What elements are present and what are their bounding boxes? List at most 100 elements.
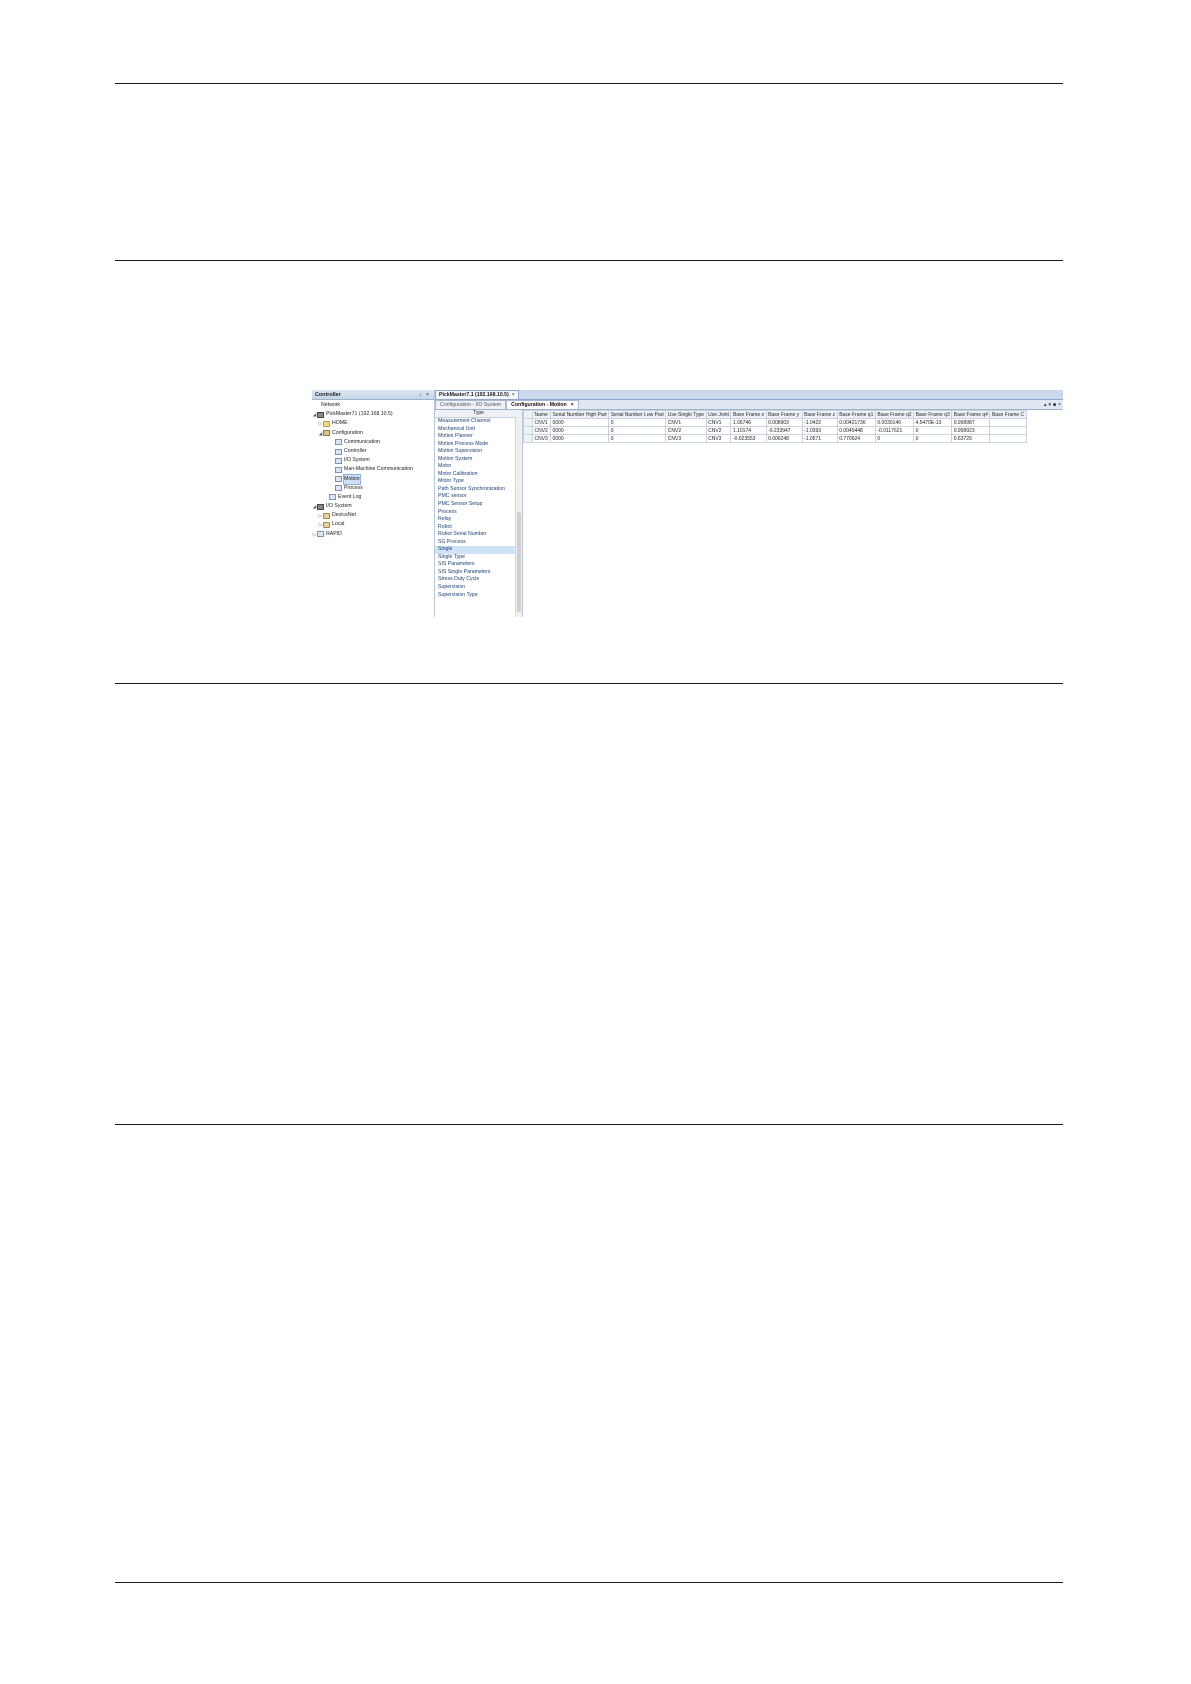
table-cell[interactable]: 0.999987 bbox=[951, 418, 991, 427]
type-list-item[interactable]: Process bbox=[435, 509, 522, 517]
table-cell[interactable] bbox=[989, 434, 1027, 443]
type-list-item[interactable]: Motion System bbox=[435, 456, 522, 464]
scrollbar-thumb[interactable] bbox=[517, 512, 521, 612]
row-indicator[interactable] bbox=[523, 426, 533, 435]
tab-configuration-io-system[interactable]: Configuration - I/O System bbox=[435, 400, 507, 409]
tree-item[interactable]: ◢ PickMaster71 (192.168.10.5) bbox=[312, 410, 434, 419]
table-cell[interactable]: 0 bbox=[874, 434, 915, 443]
type-list-item[interactable]: Motion Supervision bbox=[435, 448, 522, 456]
column-header[interactable]: Base Frame y bbox=[765, 410, 803, 419]
column-header[interactable]: Serial Number Low Part bbox=[608, 410, 667, 419]
table-cell[interactable]: 0000 bbox=[549, 418, 610, 427]
close-icon[interactable]: × bbox=[1058, 402, 1061, 408]
table-cell[interactable]: CNV3 bbox=[532, 434, 551, 443]
table-cell[interactable]: -0.0117621 bbox=[874, 426, 915, 435]
type-list-item[interactable]: PMC sensor bbox=[435, 493, 522, 501]
maximize-icon[interactable]: ■ bbox=[1053, 402, 1056, 408]
type-list-item[interactable]: Robot bbox=[435, 524, 522, 532]
table-cell[interactable] bbox=[989, 418, 1027, 427]
table-cell[interactable]: CNV2 bbox=[705, 426, 732, 435]
type-list-item[interactable]: Motor bbox=[435, 463, 522, 471]
type-list-item[interactable]: Single Type bbox=[435, 554, 522, 562]
type-list-item[interactable]: Supervision bbox=[435, 584, 522, 592]
table-cell[interactable]: CNV3 bbox=[665, 434, 707, 443]
type-list-item[interactable]: Motion Process Mode bbox=[435, 441, 522, 449]
column-header[interactable]: Use Joint bbox=[705, 410, 732, 419]
type-list-item[interactable]: SG Process bbox=[435, 539, 522, 547]
row-indicator[interactable] bbox=[523, 434, 533, 443]
table-cell[interactable]: 0.999923 bbox=[951, 426, 991, 435]
tab-pickmaster[interactable]: PickMaster7.1 (192.168.10.5) × bbox=[435, 390, 519, 399]
type-list-scrollbar[interactable] bbox=[515, 417, 522, 617]
table-cell[interactable]: -1.0393 bbox=[801, 426, 838, 435]
tab-configuration-motion[interactable]: Configuration - Motion × bbox=[506, 400, 579, 409]
type-list-item[interactable]: PMC Sensor Setup bbox=[435, 501, 522, 509]
table-row[interactable]: CNV3 0000 0 CNV3 CNV3 -0.023553 0.606248 -1.057… bbox=[523, 434, 1027, 443]
table-cell[interactable]: 0.63729 bbox=[951, 434, 991, 443]
table-cell[interactable]: 1.10174 bbox=[730, 426, 767, 435]
column-header[interactable]: Base Frame x bbox=[730, 410, 767, 419]
table-cell[interactable]: 4.5470E-13 bbox=[913, 418, 953, 427]
column-header[interactable]: Base Frame q2 bbox=[874, 410, 915, 419]
tree-item[interactable]: ▷ Local bbox=[312, 520, 434, 529]
tree-item[interactable]: Controller bbox=[312, 447, 434, 456]
tab-close-icon[interactable]: × bbox=[512, 391, 515, 399]
table-cell[interactable]: 0 bbox=[608, 426, 667, 435]
table-cell[interactable]: 0 bbox=[913, 426, 953, 435]
scroll-up-icon[interactable]: ▴ bbox=[1044, 402, 1047, 408]
tree-item[interactable]: Process bbox=[312, 484, 434, 493]
tree-item[interactable]: ▷ DeviceNet bbox=[312, 511, 434, 520]
type-list-item[interactable]: Robot Serial Number bbox=[435, 531, 522, 539]
table-cell[interactable]: -1.0422 bbox=[801, 418, 838, 427]
table-cell[interactable]: 1.06746 bbox=[730, 418, 767, 427]
table-cell[interactable]: 0.008903 bbox=[765, 418, 803, 427]
table-row[interactable]: CNV1 0000 0 CNV1 CNV1 1.06746 0.008903 -1.0422 0… bbox=[523, 418, 1027, 427]
close-icon[interactable]: × bbox=[424, 392, 431, 398]
type-list-item[interactable]: Stress Duty Cycle bbox=[435, 576, 522, 584]
type-list-item[interactable]: Motion Planner bbox=[435, 433, 522, 441]
type-list-item[interactable]: Measurement Channel bbox=[435, 418, 522, 426]
row-indicator[interactable] bbox=[523, 418, 533, 427]
column-header[interactable]: Base Frame q3 bbox=[913, 410, 953, 419]
column-header[interactable]: Base Frame z bbox=[801, 410, 838, 419]
tree-item[interactable]: ◢ Configuration bbox=[312, 429, 434, 438]
table-cell[interactable]: 0 bbox=[608, 418, 667, 427]
table-row[interactable]: CNV2 0000 0 CNV2 CNV2 1.10174 -0.233947 -1.0393… bbox=[523, 426, 1027, 435]
table-cell[interactable]: CNV2 bbox=[665, 426, 707, 435]
type-list-item[interactable]: Mechanical Unit bbox=[435, 426, 522, 434]
tree-item[interactable]: Communication bbox=[312, 438, 434, 447]
column-header[interactable]: Name bbox=[532, 410, 551, 419]
table-cell[interactable]: CNV2 bbox=[532, 426, 551, 435]
type-list-item[interactable]: Motor Type bbox=[435, 478, 522, 486]
type-list-item[interactable]: Relay bbox=[435, 516, 522, 524]
table-cell[interactable] bbox=[989, 426, 1027, 435]
type-list-item[interactable]: Motor Calibration bbox=[435, 471, 522, 479]
table-cell[interactable]: 0 bbox=[608, 434, 667, 443]
tree-item[interactable]: ◢ I/O System bbox=[312, 502, 434, 511]
table-cell[interactable]: 0.00421736 bbox=[836, 418, 876, 427]
pin-icon[interactable]: ↓ bbox=[417, 392, 424, 398]
tree-item[interactable]: Event Log bbox=[312, 493, 434, 502]
table-cell[interactable]: CNV1 bbox=[532, 418, 551, 427]
tree-item[interactable]: I/O System bbox=[312, 456, 434, 465]
table-cell[interactable]: 0000 bbox=[549, 434, 610, 443]
table-cell[interactable]: 0.0045448 bbox=[836, 426, 876, 435]
column-header[interactable]: Base Frame q1 bbox=[836, 410, 876, 419]
table-cell[interactable]: CNV3 bbox=[705, 434, 732, 443]
column-header[interactable]: Base Frame C bbox=[989, 410, 1027, 419]
table-cell[interactable]: 0.606248 bbox=[765, 434, 803, 443]
table-cell[interactable]: 0.770624 bbox=[836, 434, 876, 443]
table-cell[interactable]: 0.0030146 bbox=[874, 418, 915, 427]
type-list-item[interactable]: SIS Parameters bbox=[435, 561, 522, 569]
tree-item[interactable]: ▷ RAPID bbox=[312, 530, 434, 539]
column-header[interactable]: Base Frame q4 bbox=[951, 410, 991, 419]
tree-item[interactable]: Motion bbox=[312, 473, 434, 485]
column-header[interactable]: Serial Number High Part bbox=[549, 410, 610, 419]
tree-item[interactable]: ▷ HOME bbox=[312, 419, 434, 428]
scroll-down-icon[interactable]: ▾ bbox=[1049, 402, 1052, 408]
type-list-item[interactable]: SIS Single Parameters bbox=[435, 569, 522, 577]
column-header[interactable]: Use Single Type bbox=[665, 410, 707, 419]
type-list-item[interactable]: Supervision Type bbox=[435, 592, 522, 600]
tree-item[interactable]: Man-Machine Communication bbox=[312, 465, 434, 474]
table-cell[interactable]: -0.023553 bbox=[730, 434, 767, 443]
